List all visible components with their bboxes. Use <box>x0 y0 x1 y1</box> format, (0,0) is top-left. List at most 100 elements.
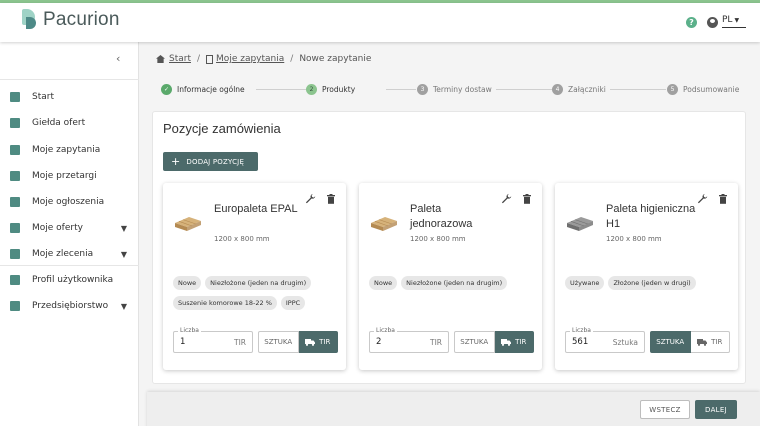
check-icon: ✓ <box>161 84 172 95</box>
logo-mark-icon <box>22 9 40 31</box>
book-icon <box>10 197 20 207</box>
sidebar-item-6[interactable]: Moje zlecenia ▼ <box>0 241 139 267</box>
product-tag: Niezłożone (jeden na drugim) <box>401 276 508 290</box>
quantity-input[interactable]: 2 TIR <box>369 331 449 353</box>
unit-option-label: SZTUKA <box>656 338 685 346</box>
unit-option-label: TIR <box>515 338 527 346</box>
sidebar-item-4[interactable]: Moje ogłoszenia <box>0 189 139 215</box>
logo[interactable]: Pacurion <box>22 9 120 31</box>
sidebar-item-3[interactable]: Moje przetargi <box>0 163 139 189</box>
step-label: Produkty <box>322 85 356 94</box>
product-tag: Niezłożone (jeden na drugim) <box>205 276 312 290</box>
trash-icon[interactable] <box>719 194 727 204</box>
trash-icon[interactable] <box>523 194 531 204</box>
quantity-unit: Sztuka <box>612 337 638 347</box>
quantity-unit: TIR <box>233 337 246 347</box>
next-button[interactable]: DALEJ <box>695 400 737 419</box>
store-icon <box>10 118 20 128</box>
step-label: Podsumowanie <box>683 85 740 94</box>
step-1[interactable]: ✓ Informacje ogólne <box>161 84 249 95</box>
help-icon[interactable]: ? <box>686 17 697 28</box>
stepper-connector <box>386 89 416 90</box>
stepper-connector <box>606 89 666 90</box>
product-dimensions: 1200 x 800 mm <box>606 235 662 243</box>
app-header: Pacurion ? PL ▼ <box>0 3 760 42</box>
home-icon <box>156 55 165 63</box>
sidebar-item-0[interactable]: Start <box>0 84 139 110</box>
chevron-down-icon[interactable]: ▼ <box>121 250 127 259</box>
sidebar-item-2[interactable]: Moje zapytania <box>0 137 139 163</box>
chevron-down-icon[interactable]: ▼ <box>121 302 127 311</box>
sidebar-item-label: Moje oferty <box>32 223 83 233</box>
unit-option-tir[interactable]: TIR <box>690 331 730 353</box>
panel-title: Pozycje zamówienia <box>163 121 281 136</box>
step-5[interactable]: 5 Podsumowanie <box>667 84 744 95</box>
quantity-value: 561 <box>572 337 589 347</box>
product-tag: Nowe <box>173 276 202 290</box>
pallet-image <box>371 217 397 231</box>
product-tags: Nowe Niezłożone (jeden na drugim) <box>369 276 535 290</box>
sidebar-item-5[interactable]: Moje oferty ▼ <box>0 215 139 241</box>
language-value: PL <box>722 15 733 25</box>
step-4[interactable]: 4 Załączniki <box>552 84 610 95</box>
step-3[interactable]: 3 Terminy dostaw <box>417 84 496 95</box>
unit-option-label: TIR <box>319 338 331 346</box>
back-button[interactable]: WSTECZ <box>640 400 690 419</box>
wrench-icon[interactable] <box>501 193 512 204</box>
unit-option-sztuka[interactable]: SZTUKA <box>650 331 691 353</box>
sidebar-item-label: Moje zapytania <box>32 145 101 155</box>
quantity-value: 2 <box>376 337 382 347</box>
product-tags: Używane Złożone (jeden w drugi) <box>565 276 731 290</box>
unit-toggle: SZTUKA TIR <box>650 331 730 353</box>
step-label: Załączniki <box>568 85 606 94</box>
sidebar-item-1[interactable]: Giełda ofert <box>0 110 139 136</box>
truck-icon <box>305 338 316 346</box>
unit-option-label: SZTUKA <box>460 338 489 346</box>
step-label: Terminy dostaw <box>433 85 492 94</box>
breadcrumb-moje-zapytania[interactable]: Moje zapytania <box>216 54 284 64</box>
trash-icon[interactable] <box>327 194 335 204</box>
product-card: Paleta higieniczna H1 1200 x 800 mm Używ… <box>555 183 738 370</box>
chevron-down-icon[interactable]: ▼ <box>121 224 127 233</box>
product-name: Europaleta EPAL <box>214 203 298 215</box>
collapse-sidebar-icon[interactable]: ‹ <box>116 52 120 65</box>
person-icon <box>10 275 20 285</box>
step-number: 3 <box>417 84 428 95</box>
clipboard-icon <box>10 145 20 155</box>
sidebar-item-label: Start <box>32 92 54 102</box>
sidebar-item-8[interactable]: Przedsiębiorstwo ▼ <box>0 293 139 319</box>
add-item-button[interactable]: + DODAJ POZYCJĘ <box>163 152 258 171</box>
document-icon <box>206 54 214 64</box>
product-name: Paleta jednorazowa <box>410 203 473 230</box>
sidebar-item-7[interactable]: Profil użytkownika <box>0 267 139 293</box>
quantity-label: Liczba <box>570 327 593 334</box>
wrench-icon[interactable] <box>697 193 708 204</box>
pallet-image <box>567 217 593 231</box>
unit-option-sztuka[interactable]: SZTUKA <box>258 331 299 353</box>
breadcrumb-separator: / <box>197 54 201 64</box>
account-icon[interactable] <box>707 17 718 28</box>
main-content: Start / Moje zapytania / Nowe zapytanie … <box>139 42 760 426</box>
quantity-value: 1 <box>180 337 186 347</box>
product-name: Paleta higieniczna H1 <box>606 203 696 230</box>
sidebar: ‹ Start Giełda ofert Moje zapytania Moje pr… <box>0 42 139 426</box>
quantity-label: Liczba <box>178 327 201 334</box>
breadcrumb-start[interactable]: Start <box>169 54 191 64</box>
chevron-down-icon: ▼ <box>734 17 740 24</box>
step-number: 4 <box>552 84 563 95</box>
unit-option-tir[interactable]: TIR <box>494 331 534 353</box>
unit-option-sztuka[interactable]: SZTUKA <box>454 331 495 353</box>
wrench-icon[interactable] <box>305 193 316 204</box>
sidebar-divider <box>0 265 139 266</box>
quantity-label: Liczba <box>374 327 397 334</box>
truck-icon <box>501 338 512 346</box>
step-2[interactable]: 2 Produkty <box>306 84 360 95</box>
unit-option-tir[interactable]: TIR <box>298 331 338 353</box>
truck-icon <box>697 338 708 346</box>
language-select[interactable]: PL ▼ <box>722 15 746 28</box>
quantity-input[interactable]: 1 TIR <box>173 331 253 353</box>
product-dimensions: 1200 x 800 mm <box>214 235 270 243</box>
quantity-input[interactable]: 561 Sztuka <box>565 331 645 353</box>
logo-text: Pacurion <box>43 9 120 30</box>
plus-icon: + <box>171 155 181 168</box>
